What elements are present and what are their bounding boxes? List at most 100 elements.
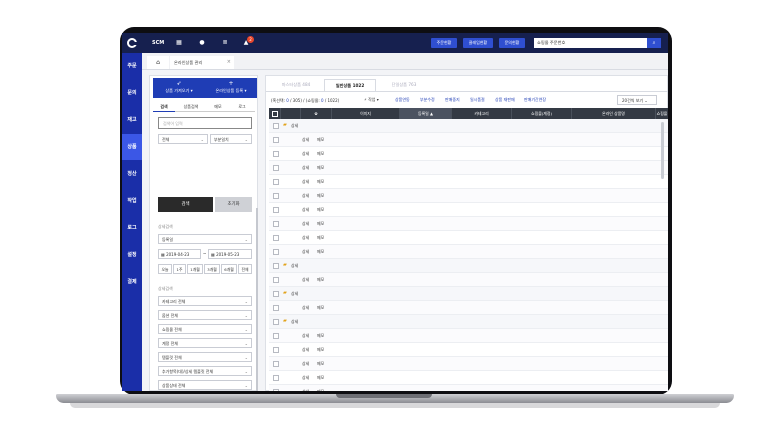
order-search-input[interactable]: 쇼핑몰 주문번호: [534, 38, 647, 48]
table-row[interactable]: 상세 메모: [269, 245, 668, 259]
nav-item-inquiry[interactable]: 문의: [122, 80, 142, 106]
folder-icon[interactable]: ▰: [283, 262, 287, 268]
row-checkbox[interactable]: [273, 207, 279, 213]
reset-button[interactable]: 초기화: [215, 197, 252, 212]
table-row[interactable]: 상세 메모: [269, 329, 668, 343]
claim-status-button[interactable]: 클레임현황: [463, 38, 493, 48]
match-type-select[interactable]: 부분일치 ⌄: [210, 134, 252, 144]
detail-link[interactable]: 상세: [302, 207, 309, 213]
memo-link[interactable]: 메모: [317, 165, 324, 171]
col-registered[interactable]: 등록일 ▲: [400, 108, 452, 119]
range-all-button[interactable]: 전체: [238, 264, 252, 274]
row-checkbox[interactable]: [273, 277, 279, 283]
account-select[interactable]: 계정 전체 ⌄: [158, 338, 252, 348]
tab-online-product[interactable]: 온라인상품 관리 ×: [170, 56, 234, 69]
nav-item-job[interactable]: 작업: [122, 188, 142, 214]
detail-link[interactable]: 상세: [302, 347, 309, 353]
detail-link[interactable]: 상세: [302, 235, 309, 241]
col-shop-account[interactable]: 쇼핑몰(계정): [512, 108, 572, 119]
memo-link[interactable]: 메모: [317, 249, 324, 255]
group-row[interactable]: ▰ 상세: [269, 287, 668, 301]
panel-scrollbar[interactable]: [256, 208, 258, 391]
brand-logo-icon[interactable]: [127, 38, 137, 48]
group-detail-link[interactable]: 상세: [291, 263, 298, 269]
tab-single-products[interactable]: 단일상품 763: [380, 79, 428, 91]
table-row[interactable]: 상세 메모: [269, 161, 668, 175]
job-button[interactable]: ⚡ 작업 ▾: [364, 97, 379, 103]
date-type-select[interactable]: 등록일 ⌄: [158, 234, 252, 244]
search-field-select[interactable]: 전체 ⌄: [158, 134, 208, 144]
table-row[interactable]: 상세 메모: [269, 301, 668, 315]
range-1month-button[interactable]: 1개월: [187, 264, 203, 274]
col-product-name[interactable]: 온라인 상품명: [572, 108, 656, 119]
row-checkbox[interactable]: [273, 263, 279, 269]
register-product-button[interactable]: + 온라인상품 등록 ▾: [205, 78, 257, 98]
memo-link[interactable]: 메모: [317, 333, 324, 339]
panel-tab-search[interactable]: 검색: [153, 102, 175, 112]
row-checkbox[interactable]: [273, 361, 279, 367]
row-checkbox[interactable]: [273, 249, 279, 255]
search-button[interactable]: 검색: [158, 197, 213, 212]
date-to-input[interactable]: ▦ 2019-05-23: [208, 249, 252, 259]
gear-icon[interactable]: ✿: [301, 108, 332, 119]
extend-period-button[interactable]: 판매기간연장: [524, 97, 546, 103]
row-checkbox[interactable]: [273, 347, 279, 353]
import-product-button[interactable]: ➶ 상품 가져오기 ▾: [153, 78, 205, 98]
range-6month-button[interactable]: 6개월: [221, 264, 237, 274]
extra-template-select[interactable]: 추가항목(대)/상세 템플릿 전체 ⌄: [158, 366, 252, 376]
home-icon[interactable]: ⌂: [147, 56, 169, 69]
detail-link[interactable]: 상세: [302, 333, 309, 339]
table-row[interactable]: 상세 메모: [269, 371, 668, 385]
memo-link[interactable]: 메모: [317, 151, 324, 157]
row-checkbox[interactable]: [273, 375, 279, 381]
database-icon[interactable]: ≣: [221, 39, 229, 47]
row-checkbox[interactable]: [273, 305, 279, 311]
folder-icon[interactable]: ▰: [283, 318, 287, 324]
resell-button[interactable]: 상품 재판매: [495, 97, 515, 103]
range-1week-button[interactable]: 1주: [173, 264, 186, 274]
memo-link[interactable]: 메모: [317, 137, 324, 143]
row-checkbox[interactable]: [273, 291, 279, 297]
partial-edit-button[interactable]: 부분수정: [420, 97, 435, 103]
table-row[interactable]: 상세 메모: [269, 357, 668, 371]
table-row[interactable]: 상세 메모: [269, 231, 668, 245]
detail-link[interactable]: 상세: [302, 179, 309, 185]
tab-master-products[interactable]: 마스터상품 484: [272, 79, 320, 91]
memo-link[interactable]: 메모: [317, 375, 324, 381]
range-today-button[interactable]: 오늘: [158, 264, 172, 274]
search-icon[interactable]: ⌕: [647, 38, 661, 48]
sold-out-button[interactable]: 일시품절: [470, 97, 485, 103]
group-row[interactable]: ▰ 상세: [269, 315, 668, 329]
table-row[interactable]: 상세 메모: [269, 189, 668, 203]
memo-link[interactable]: 메모: [317, 389, 324, 391]
memo-link[interactable]: 메모: [317, 221, 324, 227]
detail-link[interactable]: 상세: [302, 277, 309, 283]
detail-link[interactable]: 상세: [302, 305, 309, 311]
row-checkbox[interactable]: [273, 333, 279, 339]
sync-button[interactable]: 상품연동: [395, 97, 410, 103]
group-detail-link[interactable]: 상세: [291, 123, 298, 129]
detail-link[interactable]: 상세: [302, 151, 309, 157]
table-row[interactable]: 상세 메모: [269, 273, 668, 287]
inquiry-status-button[interactable]: 문의현황: [499, 38, 525, 48]
group-detail-link[interactable]: 상세: [291, 319, 298, 325]
grid-icon[interactable]: ▦: [175, 39, 183, 47]
nav-item-log[interactable]: 로그: [122, 215, 142, 241]
detail-link[interactable]: 상세: [302, 137, 309, 143]
table-row[interactable]: 상세 메모: [269, 203, 668, 217]
table-row[interactable]: 상세 메모: [269, 217, 668, 231]
table-scrollbar[interactable]: [661, 122, 664, 179]
memo-link[interactable]: 메모: [317, 347, 324, 353]
table-row[interactable]: 상세 메모: [269, 147, 668, 161]
memo-link[interactable]: 메모: [317, 235, 324, 241]
help-icon[interactable]: ●: [198, 39, 206, 47]
shop-select[interactable]: 쇼핑몰 전체 ⌄: [158, 324, 252, 334]
product-status-select[interactable]: 상품상태 전체 ⌄: [158, 380, 252, 390]
row-checkbox[interactable]: [273, 165, 279, 171]
nav-item-order[interactable]: 주문: [122, 53, 142, 79]
close-icon[interactable]: ×: [227, 56, 231, 69]
detail-link[interactable]: 상세: [302, 375, 309, 381]
tab-general-products[interactable]: 일반상품 1022: [324, 79, 376, 91]
group-row[interactable]: ▰ 상세: [269, 259, 668, 273]
col-image[interactable]: 이미지: [332, 108, 400, 119]
